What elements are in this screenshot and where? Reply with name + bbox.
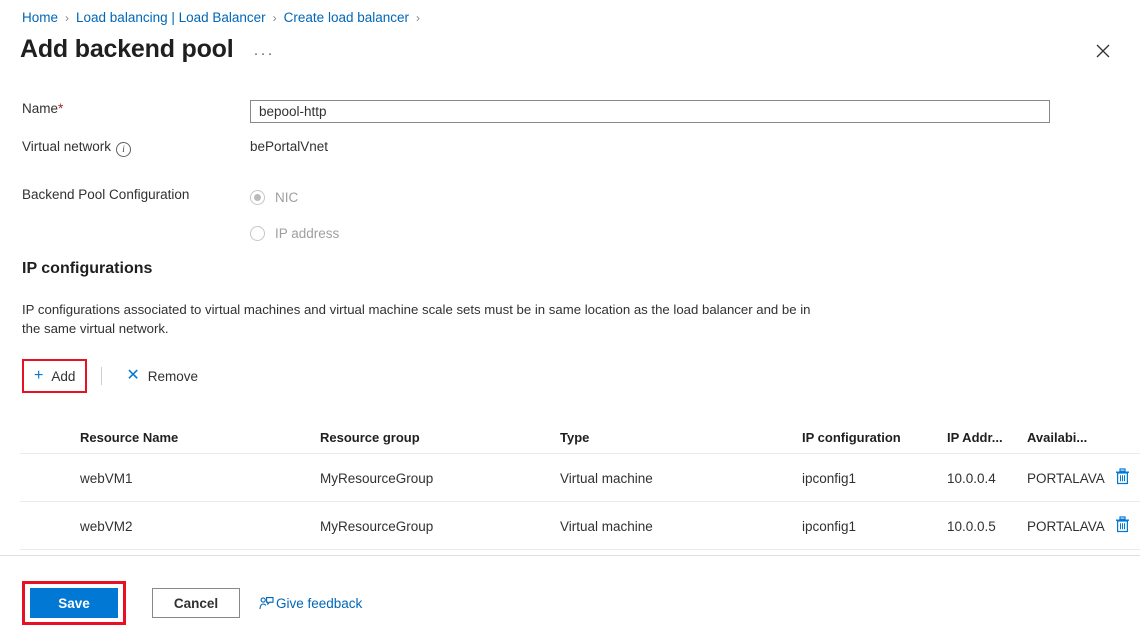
table-header: Resource Name Resource group Type IP con… — [20, 408, 1140, 454]
cell-availability: PORTALAVA — [1027, 454, 1115, 502]
column-header-resource-group[interactable]: Resource group — [320, 408, 560, 454]
radio-label-ip-address: IP address — [275, 226, 339, 241]
backend-pool-configuration-radio-group: NIC IP address — [250, 186, 339, 258]
breadcrumb-item-load-balancing[interactable]: Load balancing | Load Balancer — [76, 9, 266, 27]
plus-icon: + — [34, 368, 43, 384]
cell-actions — [1115, 454, 1140, 502]
radio-option-ip-address[interactable]: IP address — [250, 222, 339, 244]
breadcrumb-separator: › — [273, 9, 277, 27]
footer: Save Cancel Give feedback — [0, 556, 1140, 637]
cell-resource-group: MyResourceGroup — [320, 502, 560, 550]
breadcrumb-item-home[interactable]: Home — [22, 9, 58, 27]
cell-ip-configuration: ipconfig1 — [802, 454, 947, 502]
column-header-type[interactable]: Type — [560, 408, 802, 454]
cell-ip-address: 10.0.0.4 — [947, 454, 1027, 502]
radio-label-nic: NIC — [275, 190, 298, 205]
cell-actions — [1115, 502, 1140, 550]
ip-configurations-description: IP configurations associated to virtual … — [0, 300, 822, 338]
required-marker: * — [58, 101, 63, 116]
backend-pool-configuration-label: Backend Pool Configuration — [0, 186, 250, 204]
column-header-availability[interactable]: Availabi... — [1027, 408, 1115, 454]
add-button-highlight: + Add — [22, 359, 87, 393]
field-row-virtual-network: Virtual network i bePortalVnet — [0, 138, 1140, 157]
ip-configurations-table: Resource Name Resource group Type IP con… — [20, 408, 1140, 550]
radio-option-nic[interactable]: NIC — [250, 186, 339, 208]
field-row-name: Name* — [0, 100, 1140, 123]
remove-button-label: Remove — [148, 369, 198, 384]
close-icon[interactable] — [1090, 38, 1116, 64]
column-header-actions — [1115, 408, 1140, 454]
cancel-button[interactable]: Cancel — [152, 588, 240, 618]
virtual-network-label-text: Virtual network — [22, 139, 111, 154]
name-input[interactable] — [250, 100, 1050, 123]
cell-resource-name: webVM2 — [20, 502, 320, 550]
form-area: Name* Virtual network i bePortalVnet Back… — [0, 100, 1140, 258]
page-header: Add backend pool ··· — [20, 33, 276, 66]
ip-configurations-table-wrap: Resource Name Resource group Type IP con… — [20, 408, 1120, 550]
give-feedback-label: Give feedback — [276, 596, 362, 611]
table-row[interactable]: webVM2 MyResourceGroup Virtual machine i… — [20, 502, 1140, 550]
cell-ip-configuration: ipconfig1 — [802, 502, 947, 550]
remove-button[interactable]: ✕ Remove — [116, 361, 208, 391]
name-label-text: Name — [22, 101, 58, 116]
ip-configurations-section: IP configurations IP configurations asso… — [0, 258, 1140, 392]
ip-configurations-title: IP configurations — [0, 258, 1140, 280]
name-label: Name* — [0, 100, 250, 118]
breadcrumb-separator: › — [65, 9, 69, 27]
virtual-network-label: Virtual network i — [0, 138, 250, 157]
save-button[interactable]: Save — [30, 588, 118, 618]
command-separator — [101, 367, 102, 385]
virtual-network-value: bePortalVnet — [250, 138, 328, 156]
radio-mark-ip-address[interactable] — [250, 226, 265, 241]
column-header-resource-name[interactable]: Resource Name — [20, 408, 320, 454]
breadcrumb: Home › Load balancing | Load Balancer › … — [22, 9, 427, 27]
info-icon[interactable]: i — [116, 142, 131, 157]
footer-actions: Save Cancel Give feedback — [22, 581, 362, 625]
close-x-icon: ✕ — [126, 368, 139, 384]
ip-configurations-command-bar: + Add ✕ Remove — [0, 360, 1140, 392]
table-body: webVM1 MyResourceGroup Virtual machine i… — [20, 454, 1140, 550]
save-button-highlight: Save — [22, 581, 126, 625]
column-header-ip-configuration[interactable]: IP configuration — [802, 408, 947, 454]
trash-icon[interactable] — [1115, 468, 1130, 485]
breadcrumb-separator: › — [416, 9, 420, 27]
add-button[interactable]: + Add — [24, 361, 85, 391]
more-options-icon[interactable]: ··· — [251, 41, 276, 66]
table-row[interactable]: webVM1 MyResourceGroup Virtual machine i… — [20, 454, 1140, 502]
trash-icon[interactable] — [1115, 516, 1130, 533]
field-row-backend-pool-configuration: Backend Pool Configuration NIC IP addres… — [0, 186, 1140, 258]
column-header-ip-address[interactable]: IP Addr... — [947, 408, 1027, 454]
breadcrumb-item-create-load-balancer[interactable]: Create load balancer — [284, 9, 409, 27]
give-feedback-link[interactable]: Give feedback — [259, 596, 362, 611]
cell-availability: PORTALAVA — [1027, 502, 1115, 550]
person-feedback-icon — [259, 596, 274, 611]
cell-ip-address: 10.0.0.5 — [947, 502, 1027, 550]
radio-mark-nic[interactable] — [250, 190, 265, 205]
cell-resource-group: MyResourceGroup — [320, 454, 560, 502]
page-title: Add backend pool — [20, 33, 233, 66]
table-header-row: Resource Name Resource group Type IP con… — [20, 408, 1140, 454]
cell-type: Virtual machine — [560, 502, 802, 550]
cell-type: Virtual machine — [560, 454, 802, 502]
add-button-label: Add — [51, 369, 75, 384]
cell-resource-name: webVM1 — [20, 454, 320, 502]
